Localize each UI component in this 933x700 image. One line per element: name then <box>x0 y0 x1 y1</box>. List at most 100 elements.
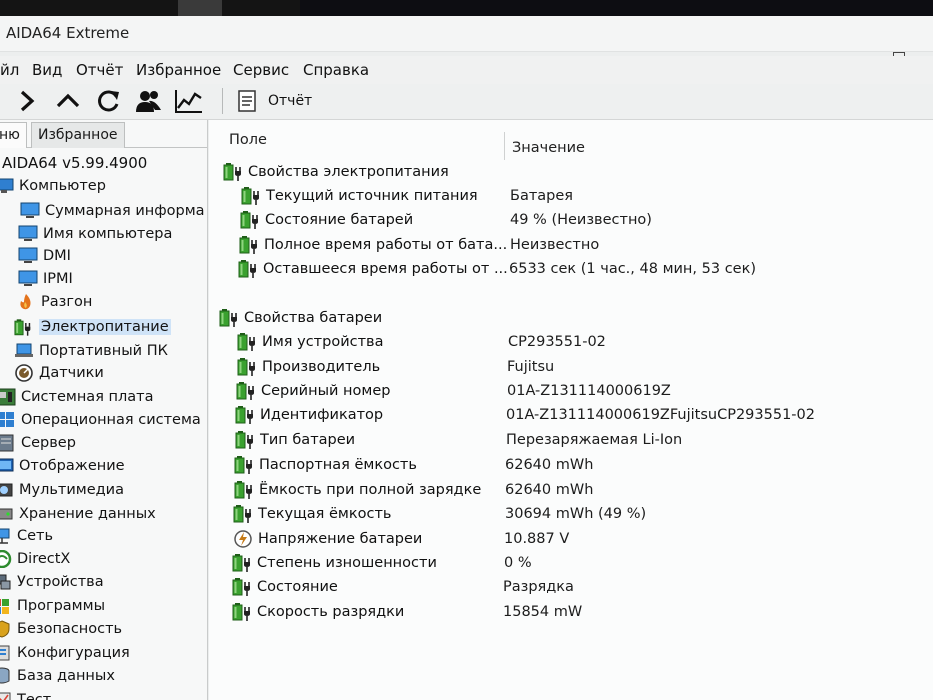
monitor-icon <box>18 247 38 265</box>
property-value: 15854 mW <box>503 604 583 620</box>
property-row[interactable]: Текущий источник питания Батарея <box>209 186 933 208</box>
property-value: 30694 mWh (49 %) <box>505 506 647 522</box>
property-row[interactable]: Оставшееся время работы от ... 6533 сек (… <box>209 259 933 281</box>
screen-bezel <box>0 0 933 16</box>
menu-report[interactable]: Отчёт <box>76 61 123 79</box>
sidebar-item[interactable]: Хранение данных <box>0 503 156 525</box>
battery-plug-icon <box>233 504 255 524</box>
property-name-text: Степень изношенности <box>257 555 437 571</box>
sidebar-item[interactable]: Электропитание <box>14 316 171 338</box>
property-row[interactable]: Скорость разрядки 15854 mW <box>209 602 933 624</box>
property-row[interactable]: Идентификатор 01A-Z131114000619ZFujitsuCP… <box>209 405 933 427</box>
report-button[interactable]: Отчёт <box>268 93 312 109</box>
property-row[interactable]: Полное время работы от бата... Неизвестно <box>209 235 933 257</box>
property-row[interactable]: Состояние Разрядка <box>209 577 933 599</box>
title-bar: AIDA64 Extreme <box>0 16 933 64</box>
refresh-icon[interactable] <box>94 86 124 116</box>
sidebar-item[interactable]: Тест <box>0 689 51 700</box>
property-row[interactable]: Ёмкость при полной зарядке 62640 mWh <box>209 480 933 502</box>
property-row[interactable]: Серийный номер 01A-Z131114000619Z <box>209 381 933 403</box>
property-name: Полное время работы от бата... <box>239 235 507 255</box>
column-divider[interactable] <box>504 132 505 160</box>
property-value: Разрядка <box>503 579 574 595</box>
property-row[interactable]: Производитель Fujitsu <box>209 357 933 379</box>
sidebar-item[interactable]: Имя компьютера <box>18 223 172 245</box>
database-icon <box>0 667 12 685</box>
sidebar-item[interactable]: Устройства <box>0 571 104 593</box>
sidebar-item[interactable]: Системная плата <box>0 386 154 408</box>
battery-plug-icon <box>234 480 256 500</box>
battery-plug-icon <box>232 553 254 573</box>
sidebar-item-label: Тест <box>17 692 52 700</box>
sidebar-item[interactable]: Сеть <box>0 525 53 547</box>
property-value: 6533 сек (1 час., 48 мин, 53 сек) <box>509 261 757 277</box>
property-name-text: Текущий источник питания <box>266 188 478 204</box>
property-name-text: Тип батареи <box>260 432 356 448</box>
sidebar-item[interactable]: Конфигурация <box>0 642 130 664</box>
flame-icon <box>16 293 36 311</box>
sidebar-item-label: Сеть <box>17 528 54 544</box>
battery-plug-icon <box>234 455 256 475</box>
property-row[interactable]: Паспортная ёмкость 62640 mWh <box>209 455 933 477</box>
property-name: Состояние <box>232 577 338 597</box>
sidebar-item[interactable]: Суммарная информа <box>20 200 205 222</box>
report-icon[interactable] <box>232 86 262 116</box>
sidebar-item[interactable]: Датчики <box>14 362 104 384</box>
property-name: Имя устройства <box>237 332 383 352</box>
sidebar-item[interactable]: Отображение <box>0 455 125 477</box>
sidebar-item[interactable]: IPMI <box>18 268 73 290</box>
property-row[interactable]: Степень изношенности 0 % <box>209 553 933 575</box>
column-header-value[interactable]: Значение <box>512 140 585 182</box>
sidebar-item[interactable]: Портативный ПК <box>14 340 168 362</box>
monitor-icon <box>20 202 40 220</box>
sidebar-item[interactable]: DMI <box>18 245 71 267</box>
tab-menu[interactable]: ню <box>0 122 27 148</box>
menu-file[interactable]: йл <box>0 61 19 79</box>
sidebar-item[interactable]: DirectX <box>0 548 70 570</box>
display-icon <box>0 457 14 475</box>
sidebar-item[interactable]: Операционная система <box>0 409 201 431</box>
tab-favorites[interactable]: Избранное <box>31 122 125 148</box>
menu-favorites[interactable]: Избранное <box>136 61 221 79</box>
details-panel: Поле Значение Свойства электропитания Тек… <box>209 120 933 700</box>
property-value: 10.887 V <box>504 531 570 547</box>
menu-help[interactable]: Справка <box>303 61 369 79</box>
sidebar-item[interactable]: Сервер <box>0 432 76 454</box>
battery-plug-icon <box>235 430 257 450</box>
property-value: 49 % (Неизвестно) <box>510 212 652 228</box>
sidebar-item-label: Электропитание <box>39 319 171 335</box>
property-group[interactable]: Свойства электропитания <box>223 162 449 182</box>
up-icon[interactable] <box>53 86 83 116</box>
battery-plug-icon <box>239 235 261 255</box>
version-node[interactable]: AIDA64 v5.99.4900 <box>2 154 147 172</box>
user-icon[interactable] <box>134 86 164 116</box>
sidebar-item-label: Имя компьютера <box>43 226 173 242</box>
sidebar-item-label: Компьютер <box>19 178 106 194</box>
sidebar-item-label: Устройства <box>17 574 104 590</box>
sidebar-item[interactable]: Мультимедиа <box>0 479 124 501</box>
property-name-text: Полное время работы от бата... <box>264 237 508 253</box>
sidebar-item[interactable]: Программы <box>0 595 105 617</box>
property-row[interactable]: Тип батареи Перезаряжаемая Li-Ion <box>209 430 933 452</box>
server-icon <box>0 434 16 452</box>
property-row[interactable]: Текущая ёмкость 30694 mWh (49 %) <box>209 504 933 526</box>
menu-view[interactable]: Вид <box>32 61 62 79</box>
sidebar-item[interactable]: Разгон <box>16 291 92 313</box>
property-group[interactable]: Свойства батареи <box>219 308 382 328</box>
property-row[interactable]: Состояние батарей 49 % (Неизвестно) <box>209 210 933 232</box>
sidebar-item-label: Системная плата <box>21 389 154 405</box>
sidebar-item[interactable]: Компьютер <box>0 175 106 197</box>
property-name: Скорость разрядки <box>232 602 404 622</box>
property-row[interactable]: Имя устройства CP293551-02 <box>209 332 933 354</box>
monitor-icon <box>18 225 38 243</box>
sidebar-item[interactable]: База данных <box>0 665 115 687</box>
battery-plug-icon <box>237 332 259 352</box>
forward-icon[interactable] <box>12 86 42 116</box>
property-value: CP293551-02 <box>508 334 606 350</box>
menu-service[interactable]: Сервис <box>233 61 289 79</box>
gauge-icon <box>14 364 34 382</box>
property-name: Паспортная ёмкость <box>234 455 417 475</box>
property-row[interactable]: Напряжение батареи 10.887 V <box>209 529 933 551</box>
sidebar-item[interactable]: Безопасность <box>0 618 122 640</box>
chart-icon[interactable] <box>174 86 204 116</box>
